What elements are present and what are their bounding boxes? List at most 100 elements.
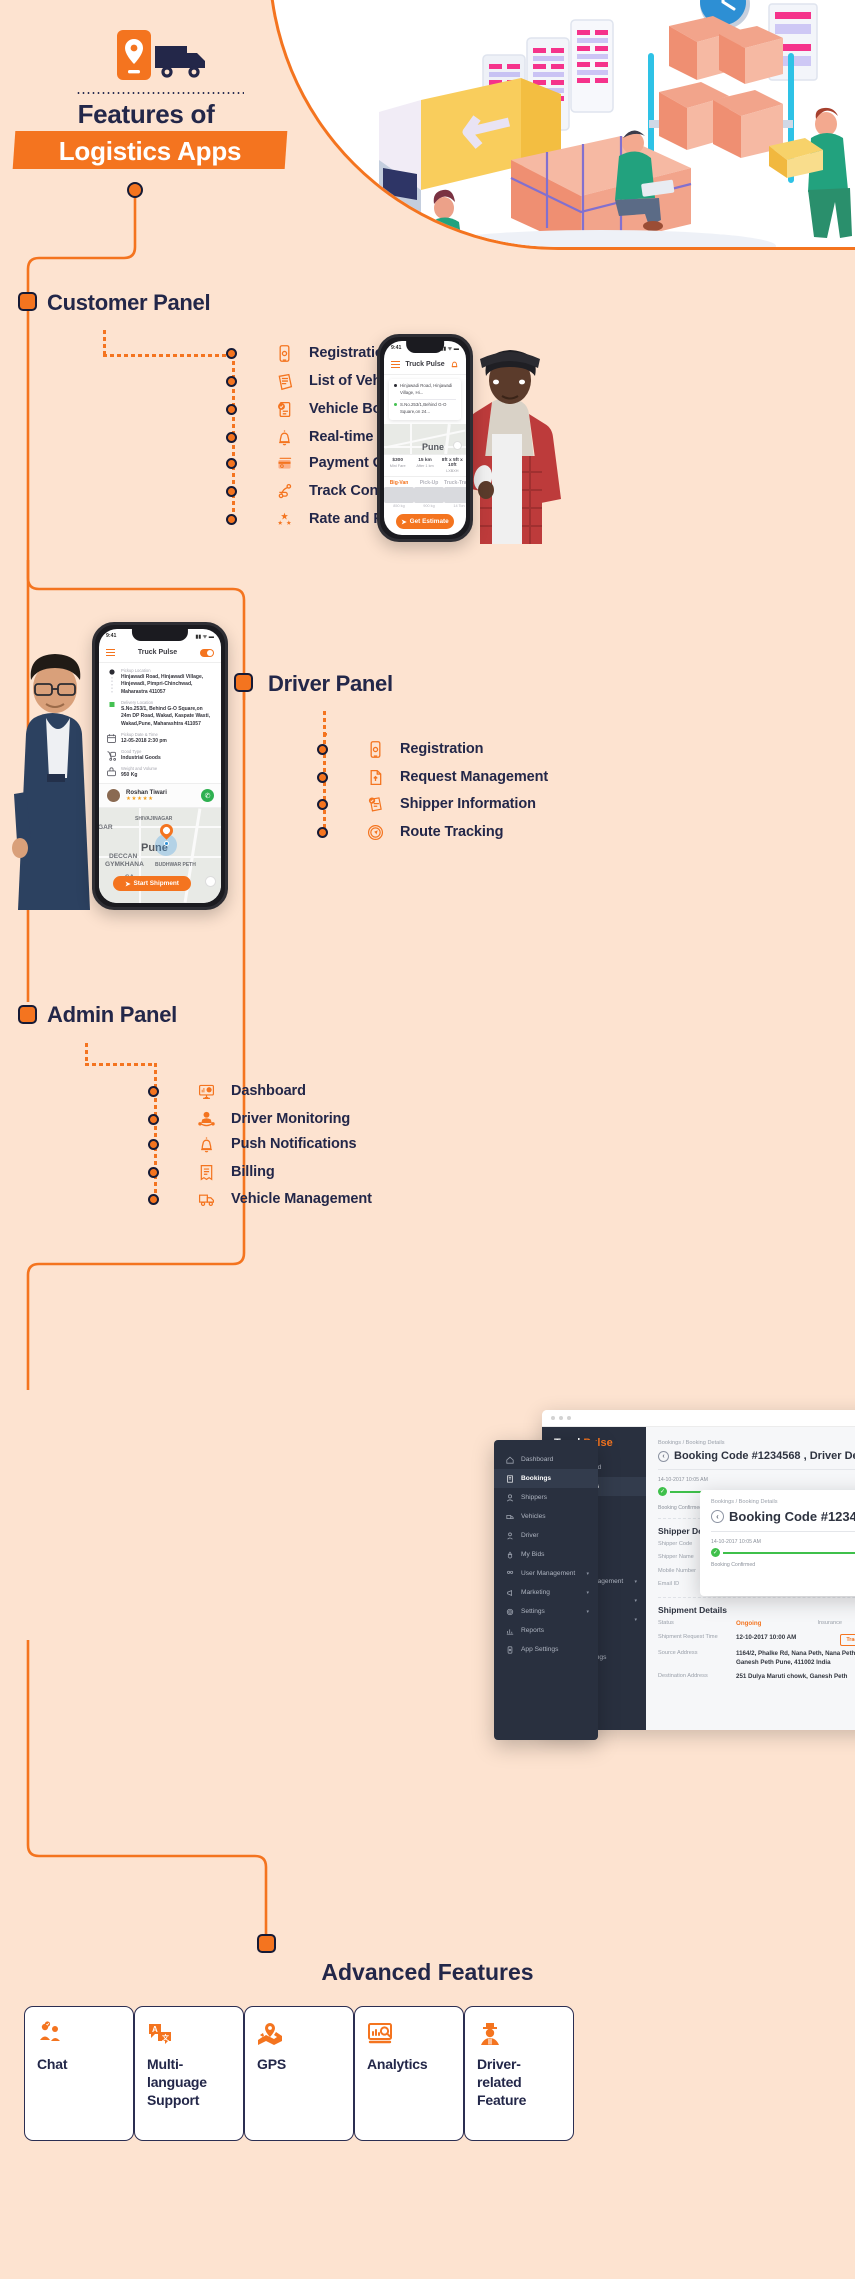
start-shipment-button[interactable]: ➤ Start Shipment	[113, 876, 191, 891]
credit-card-icon	[273, 452, 295, 474]
breadcrumb: Bookings / Booking Details	[658, 1440, 725, 1446]
sidebar-item-dashboard[interactable]: Dashboard	[494, 1450, 598, 1469]
bullet-icon	[226, 457, 237, 469]
analytics-search-icon	[367, 2021, 451, 2047]
timeline-time: 14-10-2017 10:05 AM	[658, 1477, 708, 1483]
feature-item-driver-monitoring[interactable]: Driver Monitoring	[148, 1108, 350, 1130]
address-card[interactable]: Hinjawadi Road, Hinjawadi Village, Hi...…	[389, 379, 461, 420]
driver-icon	[506, 1532, 514, 1540]
chevron-down-icon[interactable]: ▾	[634, 1598, 637, 1604]
locate-me-icon[interactable]	[205, 876, 216, 887]
bullet-icon	[226, 403, 237, 415]
infographic-page: Features of Logistics Apps Customer Pane…	[0, 0, 855, 2279]
detail-group: Delivery Location S.No.253/1, Behind G-O…	[106, 700, 214, 728]
gear-icon	[506, 1608, 514, 1616]
vehicle-selector[interactable]: Big-Van 850 kg Pick-Up 900 kg Truck-Trai…	[384, 477, 466, 510]
detail-group: Pickup Date & Time 12-05-2018 2:30 pm	[106, 732, 214, 745]
customer-panel-title: Customer Panel	[47, 290, 211, 315]
online-toggle[interactable]	[199, 648, 214, 657]
locate-me-icon[interactable]	[453, 441, 462, 450]
chevron-down-icon[interactable]: ▾	[586, 1571, 589, 1577]
sidebar-item-app-settings[interactable]: App Settings	[494, 1640, 598, 1659]
advanced-card-label: Analytics	[367, 2056, 428, 2072]
booking-details-float-card[interactable]: Bookings / Booking Details ‹ Booking Cod…	[700, 1490, 855, 1596]
map-view[interactable]: Pune DECCAN GYMKHANA BUDHWAR PETH SHIVAJ…	[99, 808, 221, 903]
get-estimate-button[interactable]: ➤ Get Estimate	[396, 514, 454, 529]
hamburger-icon[interactable]	[106, 648, 115, 657]
track-button[interactable]: Track	[840, 1633, 855, 1646]
bullet-icon	[148, 1113, 159, 1125]
sidebar-item-shippers[interactable]: Shippers	[494, 1488, 598, 1507]
app-title: Truck Pulse	[137, 649, 178, 656]
phone-call-icon[interactable]: ✆	[201, 789, 214, 802]
feature-item-dashboard[interactable]: Dashboard	[148, 1080, 306, 1102]
weight-box-icon	[106, 766, 117, 779]
back-arrow-icon[interactable]: ‹	[658, 1450, 669, 1462]
chevron-down-icon[interactable]: ▾	[634, 1579, 637, 1585]
map-label-deccan: DECCAN	[109, 853, 138, 860]
chevron-down-icon[interactable]: ▾	[634, 1617, 637, 1623]
timeline-time: 14-10-2017 10:05 AM	[711, 1539, 761, 1545]
hamburger-icon[interactable]	[391, 360, 400, 369]
status-badge: Ongoing	[736, 1620, 762, 1628]
feature-label: Request Management	[400, 769, 549, 785]
route-track-icon	[273, 480, 295, 502]
advanced-card-driver-related[interactable]: Driver-related Feature	[464, 2006, 574, 2141]
advanced-features-node	[257, 1934, 276, 1953]
billing-icon	[195, 1161, 217, 1183]
vehicle-option: Pick-Up 900 kg	[414, 480, 444, 508]
advanced-card-multi-language[interactable]: A 文 Multi-language Support	[134, 2006, 244, 2141]
driver-panel-title: Driver Panel	[268, 671, 393, 696]
trailer-image	[444, 487, 466, 503]
status-time: 9:41	[391, 345, 402, 351]
bullet-icon	[226, 431, 237, 443]
feature-item-request-management[interactable]: Request Management	[317, 766, 548, 788]
logo-icon	[95, 28, 225, 83]
feature-item-push-notifications[interactable]: Push Notifications	[148, 1133, 357, 1155]
bullet-icon	[317, 743, 328, 755]
advanced-card-label: Chat	[37, 2056, 68, 2072]
bullet-icon	[226, 513, 237, 525]
estimate-row: $300 Mini Fare 15 km After 1 km 8ft x 5f…	[384, 454, 466, 477]
advanced-card-chat[interactable]: Chat	[24, 2006, 134, 2141]
sidebar-item-settings[interactable]: Settings ▾	[494, 1602, 598, 1621]
svg-text:文: 文	[162, 2033, 170, 2042]
back-arrow-icon[interactable]: ‹	[711, 1510, 724, 1523]
detail-row: Status Ongoing Insurance	[658, 1620, 843, 1628]
feature-item-billing[interactable]: Billing	[148, 1161, 275, 1183]
van-image	[384, 487, 414, 503]
bullet-icon	[226, 485, 237, 497]
map-label-shivajinagar: SHIVAJINAGAR	[135, 816, 173, 822]
sidebar-item-user-management[interactable]: User Management ▾	[494, 1564, 598, 1583]
document-check-icon	[364, 793, 386, 815]
chevron-down-icon[interactable]: ▾	[586, 1590, 589, 1596]
chevron-down-icon[interactable]: ▾	[586, 1609, 589, 1615]
advanced-card-analytics[interactable]: Analytics	[354, 2006, 464, 2141]
detail-group: Good Type Industrial Goods	[106, 749, 214, 762]
sidebar-item-my-bids[interactable]: My Bids	[494, 1545, 598, 1564]
step-complete-icon: ✓	[711, 1548, 720, 1557]
advanced-card-gps[interactable]: GPS	[244, 2006, 354, 2141]
bullet-icon	[317, 771, 328, 783]
map-view[interactable]: Pune DECCAN GYMKHANA BUDHWAR PETH SADASH…	[384, 423, 466, 454]
sidebar-item-reports[interactable]: Reports	[494, 1621, 598, 1640]
bell-icon	[273, 426, 295, 448]
mobile-registration-icon	[273, 342, 295, 364]
feature-item-driver-registration[interactable]: Registration	[317, 738, 484, 760]
detail-row: Shipment Request Time 12-10-2017 10:00 A…	[658, 1633, 855, 1646]
driver-info-card[interactable]: Roshan Tiwari ★★★★★ ✆	[99, 783, 221, 808]
pickup-dot-icon	[106, 668, 117, 696]
bell-icon[interactable]	[450, 356, 459, 374]
feature-item-shipper-information[interactable]: Shipper Information	[317, 793, 536, 815]
sidebar-item-marketing[interactable]: Marketing ▾	[494, 1583, 598, 1602]
feature-item-vehicle-management[interactable]: Vehicle Management	[148, 1188, 372, 1210]
sidebar-item-label: Dashboard	[521, 1456, 554, 1463]
sidebar-item-bookings[interactable]: Bookings	[494, 1469, 598, 1488]
sidebar-item-driver[interactable]: Driver	[494, 1526, 598, 1545]
feature-item-route-tracking[interactable]: Route Tracking	[317, 821, 503, 843]
bullet-icon	[226, 347, 237, 359]
map-label-gymkhana: GYMKHANA	[105, 861, 144, 868]
person-icon	[506, 1493, 514, 1502]
sidebar-item-vehicles[interactable]: Vehicles	[494, 1507, 598, 1526]
feature-item-registration[interactable]: Registration	[226, 342, 393, 364]
